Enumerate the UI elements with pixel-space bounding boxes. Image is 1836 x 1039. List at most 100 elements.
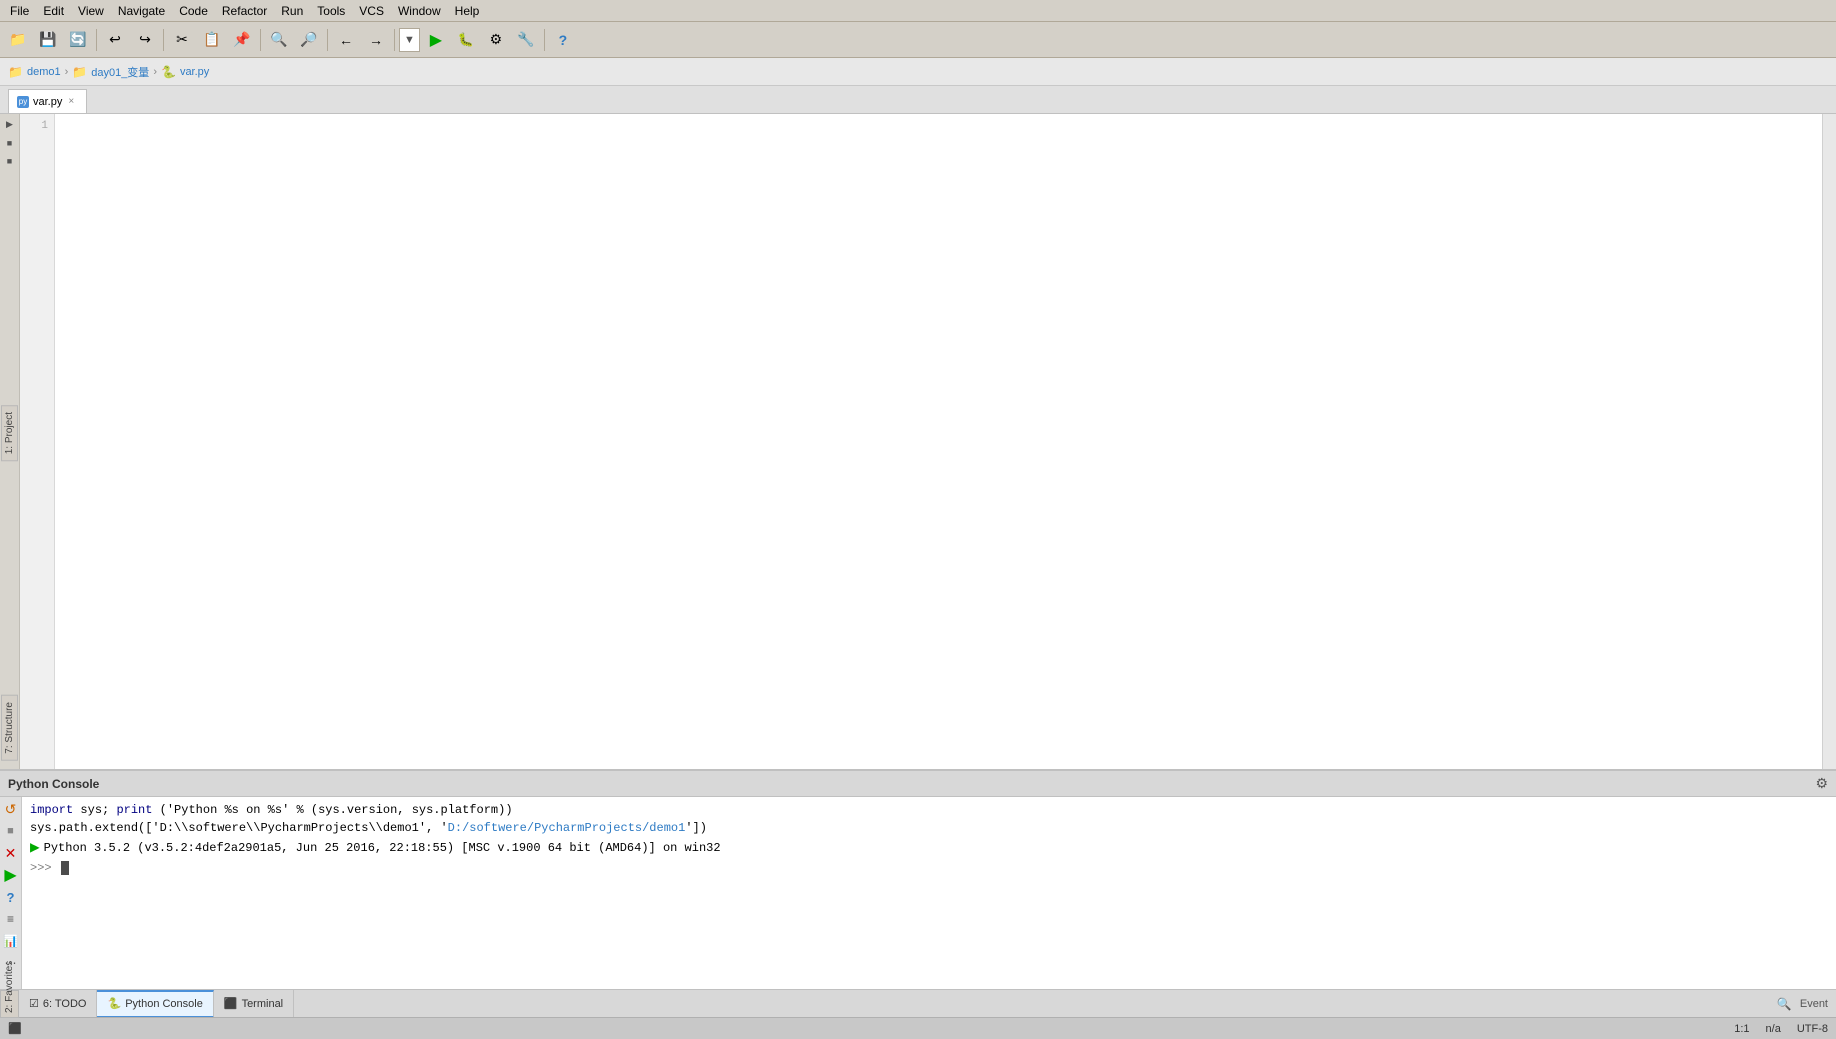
sync-button[interactable]: 🔄 xyxy=(64,26,92,54)
sidebar-tab-project[interactable]: 1: Project xyxy=(1,405,18,461)
status-right-area: 🔍 Event xyxy=(1777,997,1836,1011)
console-output-text: Python 3.5.2 (v3.5.2:4def2a2901a5, Jun 2… xyxy=(44,839,721,857)
tab-python-console[interactable]: 🐍 Python Console xyxy=(97,990,213,1018)
console-syspath-end: ']) xyxy=(685,821,707,835)
toolbar-sep-4 xyxy=(327,29,328,51)
tab-icon-py: py xyxy=(17,96,29,108)
code-editor[interactable] xyxy=(55,114,1822,769)
console-keyword-import: import xyxy=(30,803,73,817)
settings-icon[interactable]: ⚙ xyxy=(1815,775,1828,792)
console-line-1: import sys; print ('Python %s on %s' % (… xyxy=(30,801,1828,819)
menu-file[interactable]: File xyxy=(4,2,35,20)
find-button[interactable]: 🔍 xyxy=(265,26,293,54)
tab-todo-label: 6: TODO xyxy=(43,998,87,1010)
event-label: Event xyxy=(1800,998,1828,1010)
sidebar-project-icon[interactable]: ▶ xyxy=(0,114,19,134)
console-reload-icon[interactable]: ↺ xyxy=(1,799,21,819)
tab-terminal-label: Terminal xyxy=(242,998,284,1010)
editor-area: 1 xyxy=(20,114,1836,769)
toolbar: 📁 💾 🔄 ↩ ↪ ✂ 📋 📌 🔍 🔎 ← → ▼ ▶ 🐛 ⚙ 🔧 ? xyxy=(0,22,1836,58)
sidebar-icon-2[interactable]: ■ xyxy=(0,152,19,170)
tab-todo[interactable]: ☑ 6: TODO xyxy=(19,990,97,1018)
sidebar-tab-structure[interactable]: 7: Structure xyxy=(1,695,18,761)
console-path: D:/softwere/PycharmProjects/demo1 xyxy=(448,821,686,835)
status-right: 1:1 n/a UTF-8 xyxy=(1734,1023,1828,1035)
console-prompt-line: >>> xyxy=(30,859,1828,877)
run-config-dropdown[interactable]: ▼ xyxy=(399,28,420,52)
breadcrumb-varpy-label: var.py xyxy=(180,66,209,78)
menu-window[interactable]: Window xyxy=(392,2,447,20)
find-usages-button[interactable]: 🔎 xyxy=(295,26,323,54)
redo-button[interactable]: ↪ xyxy=(131,26,159,54)
panel-title: Python Console xyxy=(8,777,99,791)
console-output[interactable]: import sys; print ('Python %s on %s' % (… xyxy=(22,797,1836,989)
breadcrumb-day01-label: day01_变量 xyxy=(91,64,149,80)
breadcrumb-varpy[interactable]: var.py xyxy=(180,66,209,78)
console-code-1: sys; xyxy=(80,803,116,817)
debug-button[interactable]: 🐛 xyxy=(452,26,480,54)
console-run-line: ▶ Python 3.5.2 (v3.5.2:4def2a2901a5, Jun… xyxy=(30,839,1828,857)
copy-button[interactable]: 📋 xyxy=(198,26,226,54)
right-gutter xyxy=(1822,114,1836,769)
no-errors-icon: ⬛ xyxy=(8,1023,22,1035)
forward-button[interactable]: → xyxy=(362,26,390,54)
paste-button[interactable]: 📌 xyxy=(228,26,256,54)
run-config-label: ▼ xyxy=(404,34,415,46)
line-number-1: 1 xyxy=(20,118,54,134)
menu-view[interactable]: View xyxy=(72,2,110,20)
toolbar-sep-2 xyxy=(163,29,164,51)
open-folder-button[interactable]: 📁 xyxy=(4,26,32,54)
run-button[interactable]: ▶ xyxy=(422,26,450,54)
console-line-2: sys.path.extend(['D:\\softwere\\PycharmP… xyxy=(30,819,1828,837)
search-icon[interactable]: 🔍 xyxy=(1777,997,1792,1011)
tab-close-varpy[interactable]: × xyxy=(66,96,76,107)
terminal-icon: ⬛ xyxy=(224,997,238,1010)
console-prompt: >>> xyxy=(30,861,52,875)
bottom-tab-bar: 2: Favorites ☑ 6: TODO 🐍 Python Console … xyxy=(0,989,1836,1017)
console-close-icon[interactable]: ✕ xyxy=(1,843,21,863)
sidebar-tab-favorites[interactable]: 2: Favorites xyxy=(0,990,19,1018)
menu-edit[interactable]: Edit xyxy=(37,2,70,20)
profile-button[interactable]: ⚙ xyxy=(482,26,510,54)
console-chart-icon[interactable]: 📊 xyxy=(1,931,21,951)
breadcrumb-sep-2: › xyxy=(153,66,157,78)
menu-help[interactable]: Help xyxy=(449,2,486,20)
menu-run[interactable]: Run xyxy=(275,2,309,20)
tab-label-varpy: var.py xyxy=(33,96,62,108)
breadcrumb-demo1[interactable]: demo1 xyxy=(27,66,61,78)
tab-python-console-label: Python Console xyxy=(125,998,203,1010)
sidebar-icon-1[interactable]: ■ xyxy=(0,134,19,152)
menu-navigate[interactable]: Navigate xyxy=(112,2,171,20)
todo-icon: ☑ xyxy=(29,997,39,1010)
tab-bar: py var.py × xyxy=(0,86,1836,114)
editor-container: 1 xyxy=(20,114,1836,769)
console-vars-icon[interactable]: ≡ xyxy=(1,909,21,929)
console-syspath: sys.path.extend(['D:\\softwere\\PycharmP… xyxy=(30,821,448,835)
status-left: ⬛ xyxy=(8,1022,22,1035)
status-bar: ⬛ 1:1 n/a UTF-8 xyxy=(0,1017,1836,1039)
undo-button[interactable]: ↩ xyxy=(101,26,129,54)
help-button[interactable]: ? xyxy=(549,26,577,54)
menu-code[interactable]: Code xyxy=(173,2,214,20)
console-help-icon[interactable]: ? xyxy=(1,887,21,907)
save-button[interactable]: 💾 xyxy=(34,26,62,54)
console-cursor[interactable] xyxy=(61,861,69,875)
tab-varpy[interactable]: py var.py × xyxy=(8,89,87,113)
console-run-icon[interactable]: ▶ xyxy=(1,865,21,885)
back-button[interactable]: ← xyxy=(332,26,360,54)
console-run-arrow: ▶ xyxy=(30,839,40,857)
tab-terminal[interactable]: ⬛ Terminal xyxy=(214,990,294,1018)
breadcrumb-sep-1: › xyxy=(65,66,69,78)
menu-refactor[interactable]: Refactor xyxy=(216,2,273,20)
tools-button[interactable]: 🔧 xyxy=(512,26,540,54)
line-numbers: 1 xyxy=(20,114,55,769)
breadcrumb-day01[interactable]: day01_变量 xyxy=(91,64,149,80)
menu-bar: File Edit View Navigate Code Refactor Ru… xyxy=(0,0,1836,22)
menu-tools[interactable]: Tools xyxy=(311,2,351,20)
toolbar-sep-6 xyxy=(544,29,545,51)
cut-button[interactable]: ✂ xyxy=(168,26,196,54)
toolbar-sep-3 xyxy=(260,29,261,51)
menu-vcs[interactable]: VCS xyxy=(353,2,390,20)
console-code-1b: ('Python %s on %s' % (sys.version, sys.p… xyxy=(160,803,513,817)
console-stop-icon[interactable]: ■ xyxy=(1,821,21,841)
